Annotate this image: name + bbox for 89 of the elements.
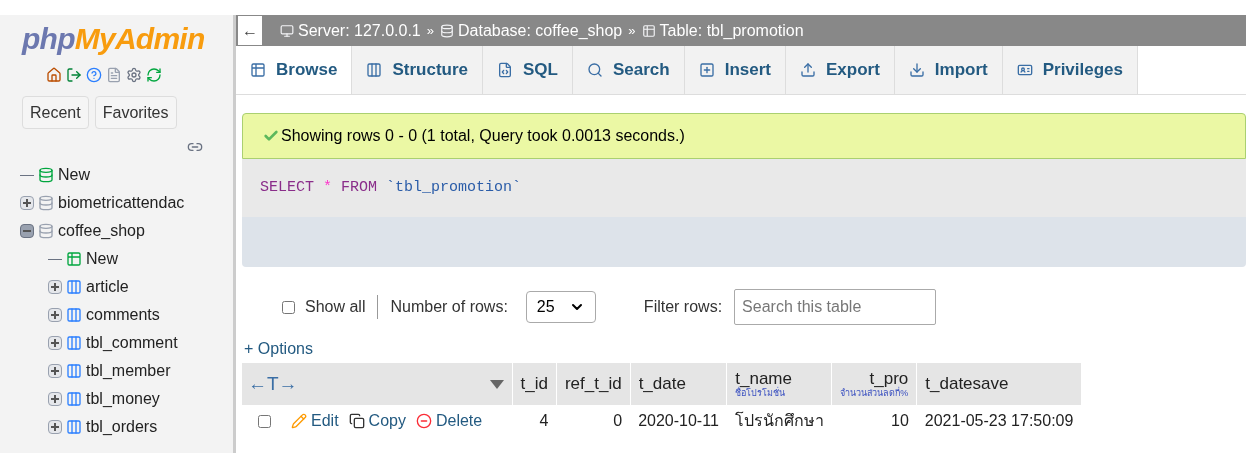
filter-field[interactable]: Search this table bbox=[734, 289, 937, 325]
sql-query: SELECT * FROM `tbl_promotion` bbox=[260, 177, 522, 198]
expand-toggle-icon[interactable] bbox=[20, 196, 34, 210]
expand-toggle-icon[interactable] bbox=[48, 308, 62, 322]
triangle-down-icon[interactable] bbox=[489, 379, 504, 389]
column-comment: จำนวนส่วนลดกี่% bbox=[840, 387, 909, 399]
tab[interactable]: Privileges bbox=[1002, 46, 1138, 94]
new-table-icon bbox=[66, 251, 82, 267]
row-action-link[interactable]: Delete bbox=[435, 409, 483, 433]
back-button[interactable]: ← bbox=[238, 16, 262, 45]
logo[interactable]: phpMyAdmin bbox=[0, 15, 233, 57]
tree-item[interactable]: article bbox=[86, 275, 129, 299]
expand-toggle-icon[interactable] bbox=[48, 420, 62, 434]
tab[interactable]: Import bbox=[894, 46, 1003, 94]
table-icon bbox=[66, 335, 82, 351]
collapse-toggle-icon[interactable] bbox=[20, 224, 34, 238]
table-cell: โปรนักศึกษา bbox=[734, 412, 824, 429]
breadcrumb-separator: » bbox=[426, 21, 434, 40]
minus-circle-icon[interactable] bbox=[415, 413, 432, 429]
table-cell: 4 bbox=[539, 412, 549, 429]
new-database-icon bbox=[38, 167, 54, 183]
tree-item[interactable]: New bbox=[58, 163, 90, 187]
tab[interactable]: Search bbox=[572, 46, 685, 94]
table-icon bbox=[66, 279, 82, 295]
rows-select[interactable]: 25 bbox=[525, 291, 596, 323]
structure-icon bbox=[366, 62, 383, 78]
import-icon bbox=[908, 62, 925, 78]
show-all-label: Show all bbox=[305, 297, 366, 317]
tree-item[interactable]: biometricattendac bbox=[58, 191, 185, 215]
insert-icon bbox=[698, 62, 715, 78]
copy-icon[interactable] bbox=[348, 413, 365, 429]
server-icon bbox=[280, 23, 294, 38]
tree-item[interactable]: tbl_comment bbox=[86, 331, 178, 355]
home-icon[interactable] bbox=[46, 67, 62, 83]
tree-item[interactable]: coffee_shop bbox=[58, 219, 145, 243]
column-comment: ชื่อโปรโมชั่น bbox=[735, 387, 787, 399]
breadcrumb-separator: » bbox=[628, 21, 636, 40]
rows-label: Number of rows: bbox=[390, 297, 508, 317]
table-icon bbox=[66, 419, 82, 435]
tree-item[interactable]: tbl_member bbox=[86, 359, 171, 383]
tab[interactable]: Export bbox=[785, 46, 895, 94]
sidebar-tab[interactable]: Recent bbox=[22, 96, 89, 129]
options-link[interactable]: + Options bbox=[244, 340, 313, 357]
row-checkbox[interactable] bbox=[258, 414, 271, 428]
column-arrows[interactable]: ←T→ bbox=[248, 369, 298, 399]
table-cell: 2021-05-23 17:50:09 bbox=[924, 412, 1074, 429]
column-header[interactable]: t_pro bbox=[840, 369, 909, 388]
table-cell: 10 bbox=[891, 412, 909, 429]
tree-item[interactable]: tbl_orders bbox=[86, 415, 158, 439]
exit-icon[interactable] bbox=[66, 67, 82, 83]
row-action-link[interactable]: Copy bbox=[368, 409, 406, 433]
tab[interactable]: Insert bbox=[684, 46, 786, 94]
breadcrumb-link[interactable]: Database: coffee_shop bbox=[458, 18, 623, 43]
table-icon bbox=[66, 363, 82, 379]
browse-icon bbox=[250, 62, 266, 78]
expand-toggle-icon[interactable] bbox=[48, 364, 62, 378]
sidebar-tab[interactable]: Favorites bbox=[94, 96, 177, 129]
expand-toggle-icon[interactable] bbox=[48, 280, 62, 294]
search-icon bbox=[586, 62, 603, 78]
success-icon bbox=[263, 128, 279, 144]
breadcrumb-link[interactable]: Table: tbl_promotion bbox=[659, 18, 804, 43]
table-cell: 2020-10-11 bbox=[638, 412, 719, 429]
reload-icon[interactable] bbox=[146, 67, 162, 83]
privileges-icon bbox=[1016, 62, 1033, 78]
tree-item[interactable]: New bbox=[86, 247, 118, 271]
tab[interactable]: SQL bbox=[483, 46, 573, 94]
table-icon bbox=[66, 391, 82, 407]
sql-icon bbox=[497, 62, 513, 78]
database-icon bbox=[38, 195, 54, 211]
row-action-link[interactable]: Edit bbox=[311, 409, 339, 433]
table-icon bbox=[66, 307, 82, 323]
table-icon bbox=[641, 23, 656, 38]
expand-toggle-icon[interactable] bbox=[48, 392, 62, 406]
filter-label: Filter rows: bbox=[643, 297, 723, 317]
tree-item[interactable]: tbl_money bbox=[86, 387, 160, 411]
settings-icon[interactable] bbox=[126, 67, 142, 83]
breadcrumb-link[interactable]: Server: 127.0.0.1 bbox=[298, 18, 421, 43]
tab[interactable]: Structure bbox=[352, 46, 483, 94]
status-message: Showing rows 0 - 0 (1 total, Query took 0.0013 seconds.) bbox=[281, 126, 685, 146]
column-header[interactable]: t_name bbox=[735, 369, 824, 388]
tree-item[interactable]: comments bbox=[86, 303, 160, 327]
database-icon bbox=[440, 23, 454, 38]
export-icon bbox=[799, 62, 816, 78]
help-icon[interactable] bbox=[86, 67, 102, 83]
database-icon bbox=[38, 223, 54, 239]
show-all-checkbox[interactable] bbox=[282, 300, 295, 314]
document-icon[interactable] bbox=[106, 67, 122, 83]
table-cell: 0 bbox=[613, 412, 623, 429]
expand-toggle-icon[interactable] bbox=[48, 336, 62, 350]
